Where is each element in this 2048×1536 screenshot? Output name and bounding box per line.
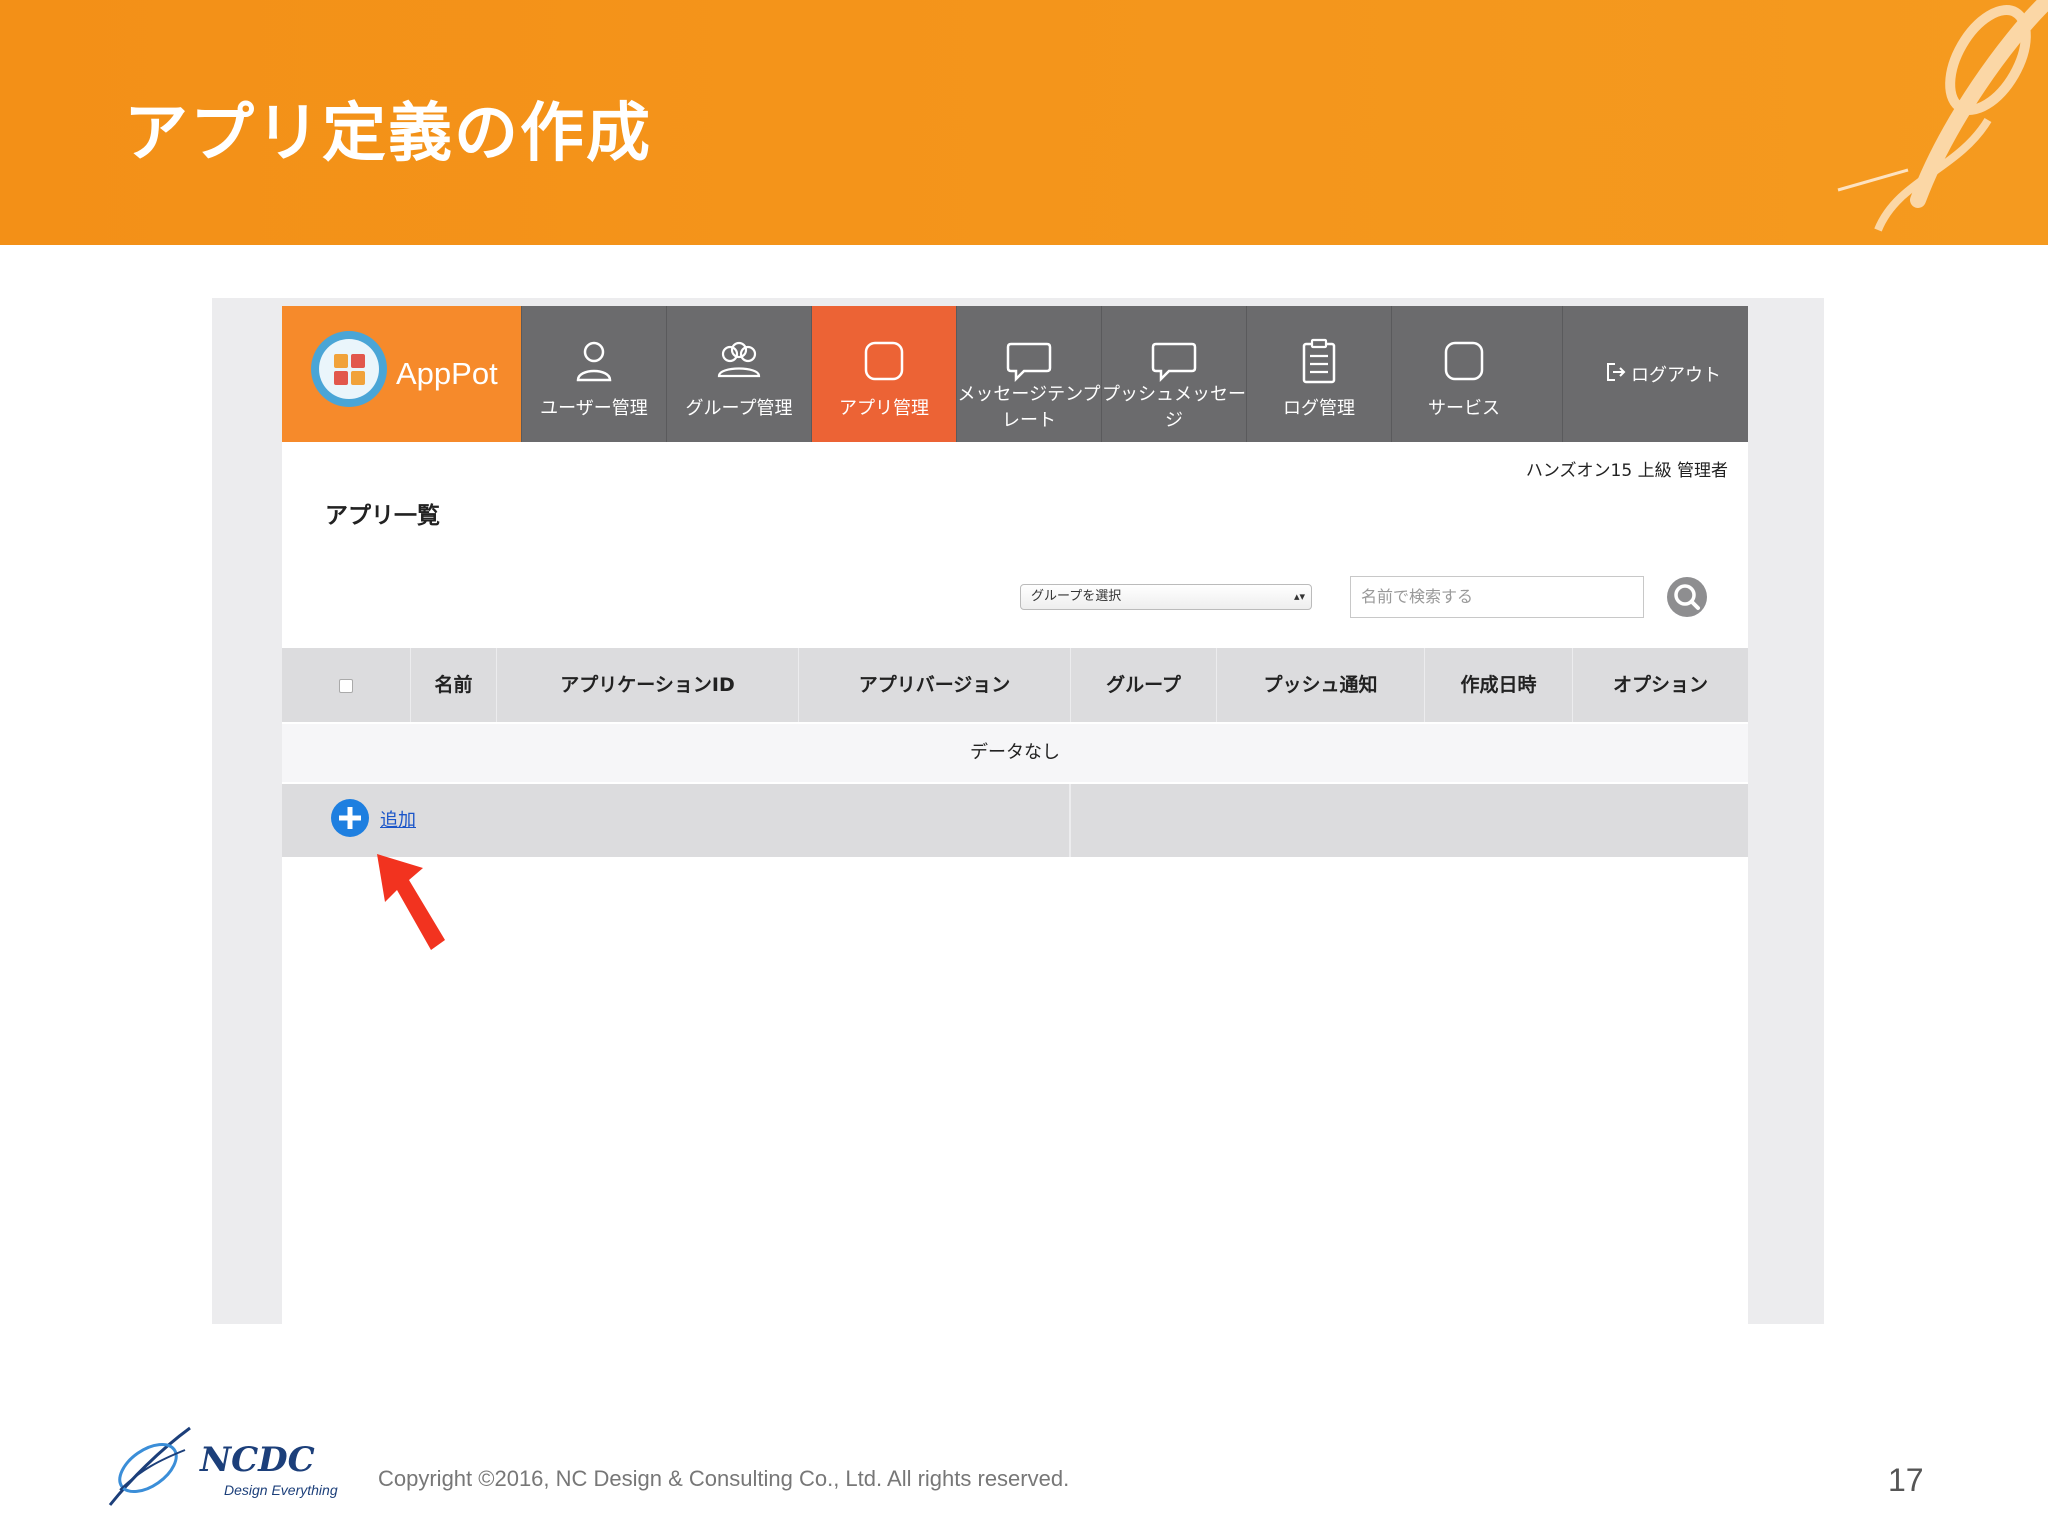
empty-message: データなし [282, 724, 1748, 782]
apppot-logo-icon [311, 331, 387, 407]
column-header-group[interactable]: グループ [1070, 648, 1216, 722]
column-header-push[interactable]: プッシュ通知 [1216, 648, 1424, 722]
add-icon[interactable] [330, 798, 370, 838]
nav-groups-label: グループ管理 [685, 398, 793, 419]
page-title: アプリ一覧 [325, 503, 440, 529]
nav-groups[interactable]: グループ管理 [666, 306, 811, 442]
add-link[interactable]: 追加 [380, 806, 416, 832]
app-window: AppPot ユーザー管理 グループ管理 アプリ管理 メッセージテンプレート プ… [282, 306, 1748, 1324]
page-number: 17 [1888, 1462, 1924, 1498]
nav-logs[interactable]: ログ管理 [1246, 306, 1391, 442]
column-divider [1069, 784, 1071, 857]
logout-button[interactable]: ログアウト [1562, 306, 1748, 442]
column-header-app-version[interactable]: アプリバージョン [798, 648, 1070, 722]
copyright-text: Copyright ©2016, NC Design & Consulting … [378, 1466, 1070, 1491]
table-header: 名前 アプリケーションID アプリバージョン グループ プッシュ通知 作成日時 … [282, 648, 1748, 722]
table-footer-row: 追加 [282, 784, 1748, 857]
brand[interactable]: AppPot [282, 306, 521, 442]
select-all-cell [282, 648, 410, 722]
nav-apps[interactable]: アプリ管理 [811, 306, 956, 442]
brand-name: AppPot [396, 356, 498, 391]
nav-push-messages[interactable]: プッシュメッセージ [1101, 306, 1246, 442]
nav-message-templates[interactable]: メッセージテンプレート [956, 306, 1101, 442]
nav-logs-label: ログ管理 [1283, 398, 1355, 419]
nav-services-label: サービス [1428, 398, 1500, 419]
ncdc-logo-tagline: Design Everything [224, 1482, 338, 1498]
service-icon [1444, 341, 1484, 381]
nav-message-templates-label: メッセージテンプレート [957, 384, 1101, 431]
screenshot-frame: AppPot ユーザー管理 グループ管理 アプリ管理 メッセージテンプレート プ… [212, 298, 1824, 1324]
current-user: ハンズオン15 上級 管理者 [1525, 461, 1728, 481]
group-select[interactable]: グループを選択 ▴▾ [1020, 584, 1312, 610]
decorative-swirl-icon [1837, 0, 2048, 232]
clipboard-icon [1302, 338, 1336, 384]
column-header-name[interactable]: 名前 [410, 648, 496, 722]
column-header-created[interactable]: 作成日時 [1424, 648, 1572, 722]
message-icon [1151, 342, 1197, 383]
nav-users[interactable]: ユーザー管理 [521, 306, 666, 442]
nav-push-messages-label: プッシュメッセージ [1102, 384, 1246, 431]
slide-header: アプリ定義の作成 [0, 0, 2048, 245]
group-icon [717, 341, 761, 378]
red-arrow-icon [377, 854, 445, 950]
message-icon [1006, 342, 1052, 383]
nav-users-label: ユーザー管理 [540, 398, 648, 419]
app-icon [864, 341, 904, 381]
column-header-app-id[interactable]: アプリケーションID [496, 648, 798, 722]
logout-label: ログアウト [1631, 365, 1721, 386]
slide-title: アプリ定義の作成 [124, 97, 652, 171]
select-arrows-icon: ▴▾ [1293, 590, 1305, 603]
nav-services[interactable]: サービス [1391, 306, 1536, 442]
select-all-checkbox[interactable] [339, 678, 353, 693]
search-input[interactable]: 名前で検索する [1350, 576, 1644, 618]
column-header-options[interactable]: オプション [1572, 648, 1748, 722]
logout-icon [1607, 363, 1626, 381]
group-select-value: グループを選択 [1031, 589, 1122, 604]
nav-apps-label: アプリ管理 [839, 398, 929, 419]
user-icon [576, 341, 612, 382]
top-nav: AppPot ユーザー管理 グループ管理 アプリ管理 メッセージテンプレート プ… [282, 306, 1748, 442]
ncdc-logo-name: NCDC [200, 1440, 315, 1480]
search-button[interactable] [1666, 576, 1708, 618]
